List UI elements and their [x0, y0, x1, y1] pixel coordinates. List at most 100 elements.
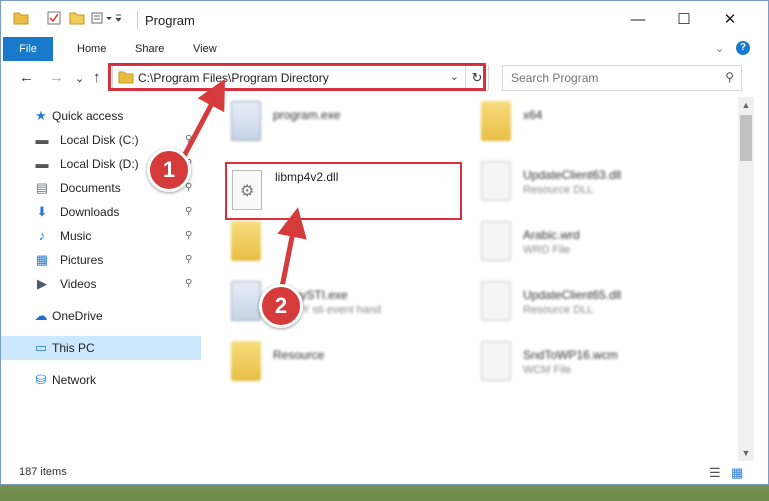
dll-file-icon — [481, 281, 511, 321]
folder-icon — [231, 221, 261, 261]
featured-file-libmp4v2[interactable]: ⚙ libmp4v2.dll — [225, 162, 462, 220]
scroll-up-icon[interactable]: ▲ — [738, 97, 754, 113]
sidebar-item-label: Pictures — [60, 253, 104, 267]
exe-file-icon — [231, 281, 261, 321]
forward-arrow-icon[interactable]: → — [49, 69, 64, 86]
ribbon-tabs: File Home Share View ⌄ ? — [1, 37, 768, 61]
file-type: WCM File — [523, 364, 572, 376]
search-box[interactable]: ⚲ — [502, 65, 742, 91]
sidebar-item-onedrive[interactable]: ☁ OneDrive — [1, 304, 201, 328]
file-name: program.exe — [273, 108, 341, 122]
network-icon: ⛁ — [35, 372, 47, 387]
sidebar-item-quick-access[interactable]: ★ Quick access — [1, 104, 201, 128]
title-separator — [137, 11, 138, 29]
recent-locations-icon[interactable]: ⌄ — [75, 72, 84, 85]
sidebar-item-label: This PC — [52, 341, 95, 355]
list-item[interactable]: Resource — [211, 337, 461, 393]
maximize-button[interactable]: ☐ — [661, 7, 707, 33]
sidebar-item-label: Quick access — [52, 109, 124, 123]
status-bar: 187 items ☰ ▦ — [1, 463, 768, 484]
ribbon-expand-icon[interactable]: ⌄ — [705, 37, 734, 61]
exe-file-icon — [231, 101, 261, 141]
tab-home[interactable]: Home — [67, 37, 116, 61]
pin-icon[interactable]: ⚲ — [185, 248, 192, 272]
list-item[interactable]: SndToWP16.wcm WCM File — [461, 337, 711, 393]
list-item[interactable]: Arabic.wrd WRD File — [461, 217, 711, 273]
file-name: SndToWP16.wcm — [523, 348, 618, 362]
sidebar-item-pictures[interactable]: ▦ Pictures ⚲ — [1, 248, 201, 272]
scroll-thumb[interactable] — [740, 115, 752, 161]
tab-view[interactable]: View — [183, 37, 227, 61]
pin-icon[interactable]: ⚲ — [185, 272, 192, 296]
pictures-icon: ▦ — [35, 252, 49, 267]
callout-badge-2: 2 — [259, 284, 303, 328]
file-icon — [481, 341, 511, 381]
sidebar-item-network[interactable]: ⛁ Network — [1, 368, 201, 392]
drive-icon: ▬ — [35, 156, 49, 171]
folder-icon — [118, 70, 134, 87]
list-item[interactable]: UpdateClient63.dll Resource DLL — [461, 157, 711, 213]
sidebar-item-label: Network — [52, 373, 97, 387]
list-item[interactable]: program.exe — [211, 97, 461, 153]
close-button[interactable]: ✕ — [707, 7, 753, 33]
vertical-scrollbar[interactable]: ▲ ▼ — [738, 97, 754, 461]
sidebar-item-label: Downloads — [60, 205, 120, 219]
refresh-button[interactable]: ↻ — [465, 65, 489, 91]
sidebar-item-label: Music — [60, 229, 92, 243]
sidebar-item-label: Local Disk (D:) — [60, 157, 139, 171]
music-icon: ♪ — [38, 228, 46, 243]
documents-icon: ▤ — [35, 180, 49, 195]
large-icons-view-icon[interactable]: ▦ — [731, 465, 743, 481]
file-name: x64 — [523, 108, 543, 122]
sidebar-item-videos[interactable]: ▶ Videos ⚲ — [1, 272, 201, 296]
address-bar[interactable]: C:\Program Files\Program Directory ⌄ — [112, 65, 466, 91]
search-icon: ⚲ — [725, 70, 734, 84]
star-icon: ★ — [35, 108, 47, 123]
folder-icon — [231, 341, 261, 381]
help-icon[interactable]: ? — [736, 41, 750, 55]
file-name: UpdateClient63.dll — [523, 168, 622, 182]
address-dropdown-icon[interactable]: ⌄ — [450, 70, 459, 83]
computer-icon: ▭ — [34, 340, 48, 355]
sidebar-item-label: Videos — [60, 277, 97, 291]
up-arrow-icon[interactable]: ↑ — [93, 69, 101, 86]
sidebar-item-downloads[interactable]: ⬇ Downloads ⚲ — [1, 200, 201, 224]
videos-icon: ▶ — [37, 276, 47, 291]
properties-icon[interactable] — [47, 11, 61, 28]
dll-file-icon — [481, 161, 511, 201]
callout-badge-1: 1 — [147, 148, 191, 192]
explorer-window: Program — ☐ ✕ File Home Share View ⌄ ? ←… — [0, 0, 769, 485]
cloud-icon: ☁ — [34, 308, 48, 323]
sidebar-item-this-pc[interactable]: ▭ This PC — [1, 336, 201, 360]
download-icon: ⬇ — [36, 204, 48, 219]
sidebar-item-music[interactable]: ♪ Music ⚲ — [1, 224, 201, 248]
sidebar-item-label: Documents — [60, 181, 121, 195]
pin-icon[interactable]: ⚲ — [185, 224, 192, 248]
file-name: libmp4v2.dll — [275, 170, 339, 184]
scroll-down-icon[interactable]: ▼ — [738, 445, 754, 461]
file-icon — [481, 221, 511, 261]
tab-share[interactable]: Share — [125, 37, 174, 61]
pin-icon[interactable]: ⚲ — [185, 128, 192, 152]
new-folder-icon[interactable] — [69, 11, 85, 28]
details-view-icon[interactable]: ☰ — [709, 465, 721, 481]
minimize-button[interactable]: — — [615, 7, 661, 33]
tab-file[interactable]: File — [3, 37, 53, 61]
file-type: WRD File — [523, 244, 571, 256]
search-input[interactable] — [509, 70, 713, 86]
file-type: Resource DLL — [523, 304, 594, 316]
back-arrow-icon[interactable]: ← — [19, 69, 34, 86]
customize-toolbar-icon[interactable] — [91, 11, 122, 28]
file-name: Resource — [273, 348, 325, 362]
list-item[interactable]: UpdateClient65.dll Resource DLL — [461, 277, 711, 333]
drive-icon: ▬ — [35, 132, 49, 147]
list-item[interactable]: x64 — [461, 97, 711, 153]
folder-icon — [13, 11, 29, 28]
title-bar: Program — ☐ ✕ — [1, 1, 768, 37]
list-item[interactable] — [211, 217, 461, 273]
sidebar-item-label: OneDrive — [52, 309, 103, 323]
list-item[interactable]: AbbyySTI.exe ABBYY sti event hand — [211, 277, 461, 333]
dll-gear-icon: ⚙ — [232, 170, 262, 210]
file-name: Arabic.wrd — [523, 228, 580, 242]
pin-icon[interactable]: ⚲ — [185, 200, 192, 224]
